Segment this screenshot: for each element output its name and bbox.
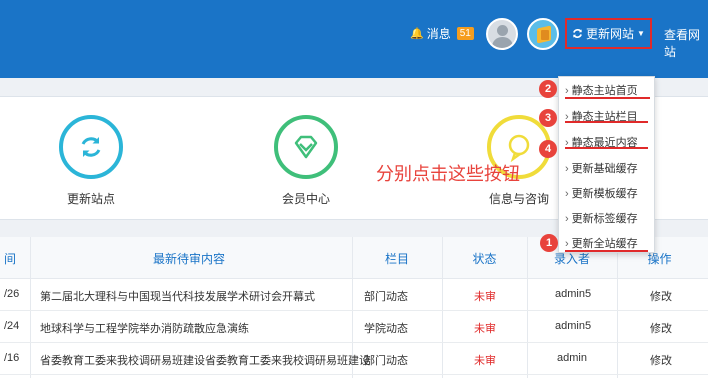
row-author: admin5 [555, 320, 592, 332]
row-column: 学院动态 [364, 323, 408, 335]
row-date: /26 [4, 288, 20, 300]
row-column: 部门动态 [364, 291, 408, 303]
card-label: 更新站点 [66, 192, 115, 206]
card-update-site[interactable]: 更新站点 [31, 97, 151, 221]
menu-item-static-home[interactable]: › 静态主站首页 [565, 82, 638, 98]
messages-link[interactable]: 🔔 消息 51 [410, 25, 474, 42]
refresh-icon [59, 115, 123, 179]
menu-item-update-all-cache[interactable]: › 更新全站缓存 [565, 235, 638, 251]
messages-label: 消息 [426, 27, 451, 41]
col-status: 状态 [472, 252, 497, 266]
annotation-underline [565, 147, 648, 149]
row-status: 未审 [474, 355, 496, 367]
pending-content-table: 间 最新待审内容 栏目 状态 录入者 操作 /26 第二届北大理科与中国现当代科… [0, 237, 708, 378]
col-column: 栏目 [384, 252, 409, 266]
row-date: /16 [4, 352, 20, 364]
table-row: /24 地球科学与工程学院举办消防疏散应急演练 学院动态 未审 admin5 修… [0, 311, 708, 343]
cube-app-icon[interactable] [527, 18, 559, 50]
user-avatar[interactable] [486, 18, 518, 50]
col-title: 最新待审内容 [152, 252, 225, 266]
annotation-underline [565, 121, 648, 123]
diamond-icon [274, 115, 338, 179]
row-date: /24 [4, 320, 20, 332]
annotation-underline [565, 250, 648, 252]
instruction-annotation: 分别点击这些按钮 [376, 164, 520, 184]
row-author: admin [557, 352, 587, 364]
row-edit-link[interactable]: 修改 [650, 320, 672, 336]
row-title-link[interactable]: 地球科学与工程学院举办消防疏散应急演练 [40, 320, 249, 336]
update-site-label: 更新网站 [586, 27, 635, 41]
update-site-dropdown: › 静态主站首页 › 静态主站栏目 › 静态最近内容 › 更新基础缓存 › 更新模板缓存 … [558, 76, 655, 253]
view-site-label: 查看网站 [664, 28, 701, 59]
top-bar: 🔔 消息 51 更新网站 ▼ 查看网站 [0, 0, 708, 78]
menu-item-update-base-cache[interactable]: › 更新基础缓存 [565, 160, 638, 176]
caret-down-icon: ▼ [637, 29, 645, 38]
step-marker: 4 [539, 140, 557, 158]
menu-item-update-tag-cache[interactable]: › 更新标签缓存 [565, 210, 638, 226]
step-marker: 3 [539, 109, 557, 127]
card-label: 会员中心 [281, 192, 330, 206]
row-title-link[interactable]: 省委教育工委来我校调研易班建设省委教育工委来我校调研易班建设 [40, 352, 370, 368]
menu-item-update-template-cache[interactable]: › 更新模板缓存 [565, 185, 638, 201]
row-status: 未审 [474, 291, 496, 303]
annotation-underline [565, 97, 650, 99]
col-date: 间 [3, 252, 16, 266]
row-edit-link[interactable]: 修改 [650, 288, 672, 304]
table-row: /26 第二届北大理科与中国现当代科技发展学术研讨会开幕式 部门动态 未审 ad… [0, 279, 708, 311]
messages-count-badge: 51 [456, 27, 474, 40]
sync-icon [573, 29, 582, 38]
step-marker: 2 [539, 80, 557, 98]
row-status: 未审 [474, 323, 496, 335]
row-edit-link[interactable]: 修改 [650, 352, 672, 368]
card-member-center[interactable]: 会员中心 [246, 97, 366, 221]
view-site-link[interactable]: 查看网站 [664, 26, 708, 60]
row-column: 部门动态 [364, 355, 408, 367]
row-author: admin5 [555, 288, 592, 300]
table-row: /16 省委教育工委来我校调研易班建设省委教育工委来我校调研易班建设 部门动态 … [0, 343, 708, 375]
bell-icon: 🔔 [410, 28, 424, 40]
row-title-link[interactable]: 第二届北大理科与中国现当代科技发展学术研讨会开幕式 [40, 288, 315, 304]
update-site-button[interactable]: 更新网站 ▼ [565, 18, 652, 49]
step-marker: 1 [540, 234, 558, 252]
